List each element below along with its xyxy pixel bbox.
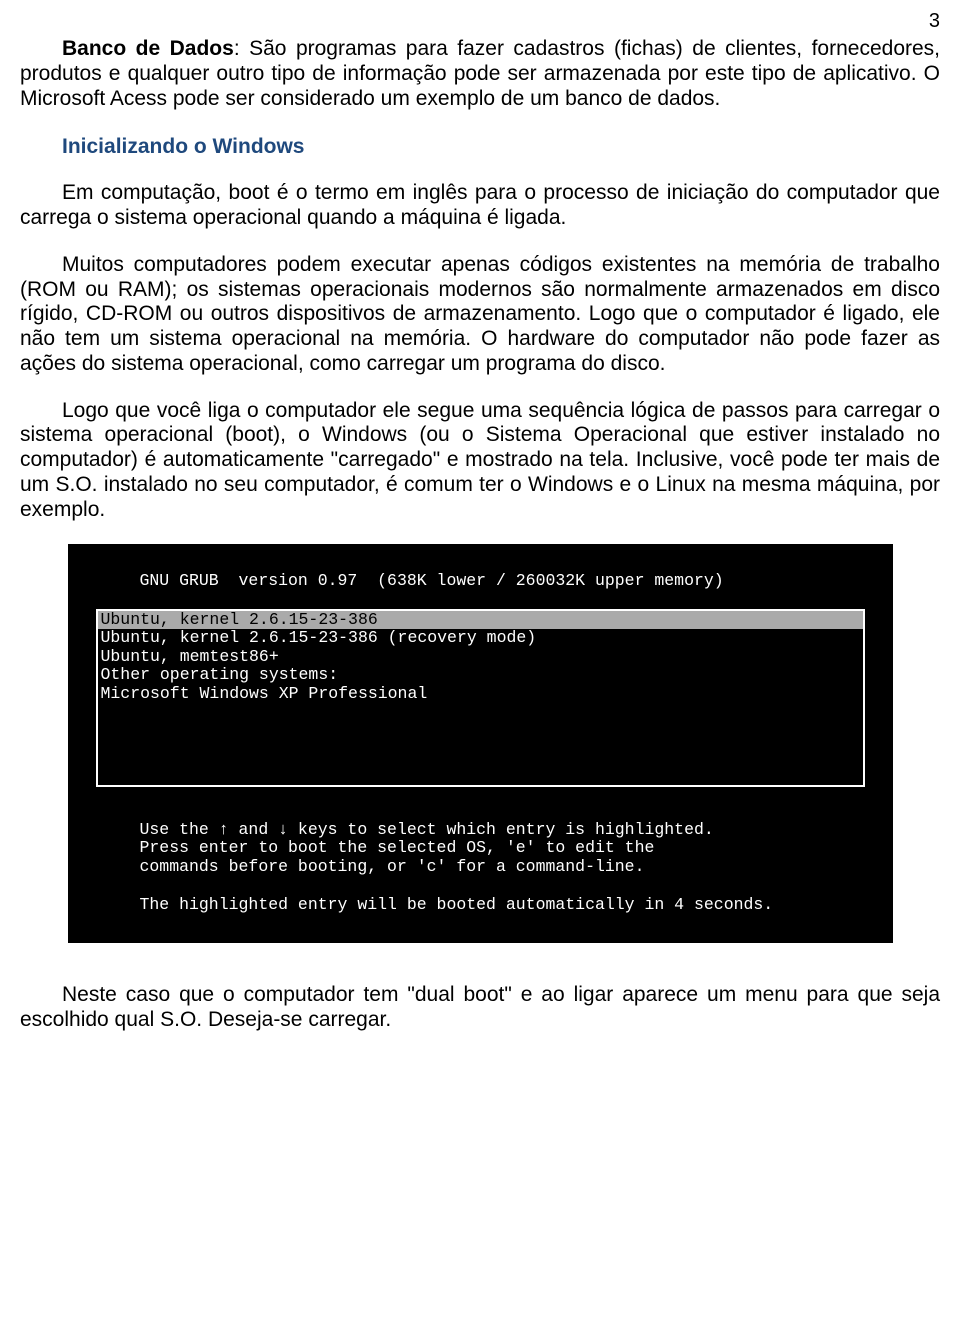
grub-instructions-line1: Use the ↑ and ↓ keys to select which ent… [96,821,865,839]
paragraph-boot-sequence: Logo que você liga o computador ele segu… [20,399,940,523]
grub-menu-item[interactable]: Other operating systems: [98,666,863,684]
grub-screenshot: GNU GRUB version 0.97 (638K lower / 2600… [68,544,893,942]
grub-instructions-line2: Press enter to boot the selected OS, 'e'… [96,839,865,857]
grub-footer: The highlighted entry will be booted aut… [96,896,865,914]
paragraph-boot-definition: Em computação, boot é o termo em inglês … [20,181,940,231]
grub-menu-item[interactable]: Ubuntu, memtest86+ [98,648,863,666]
paragraph-banco-dados: Banco de Dados: São programas para fazer… [20,37,940,111]
paragraph-dual-boot: Neste caso que o computador tem "dual bo… [20,983,940,1033]
grub-menu-item[interactable]: Ubuntu, kernel 2.6.15-23-386 [98,611,863,629]
term-banco-dados: Banco de Dados [62,37,234,60]
grub-menu-item[interactable]: Microsoft Windows XP Professional [98,685,863,703]
grub-menu-box: Ubuntu, kernel 2.6.15-23-386 Ubuntu, ker… [96,609,865,787]
paragraph-memory: Muitos computadores podem executar apena… [20,253,940,377]
grub-menu-item[interactable]: Ubuntu, kernel 2.6.15-23-386 (recovery m… [98,629,863,647]
heading-inicializando-windows: Inicializando o Windows [20,135,940,159]
grub-instructions-line3: commands before booting, or 'c' for a co… [96,858,865,876]
page-number: 3 [20,10,940,33]
grub-header: GNU GRUB version 0.97 (638K lower / 2600… [96,572,865,590]
